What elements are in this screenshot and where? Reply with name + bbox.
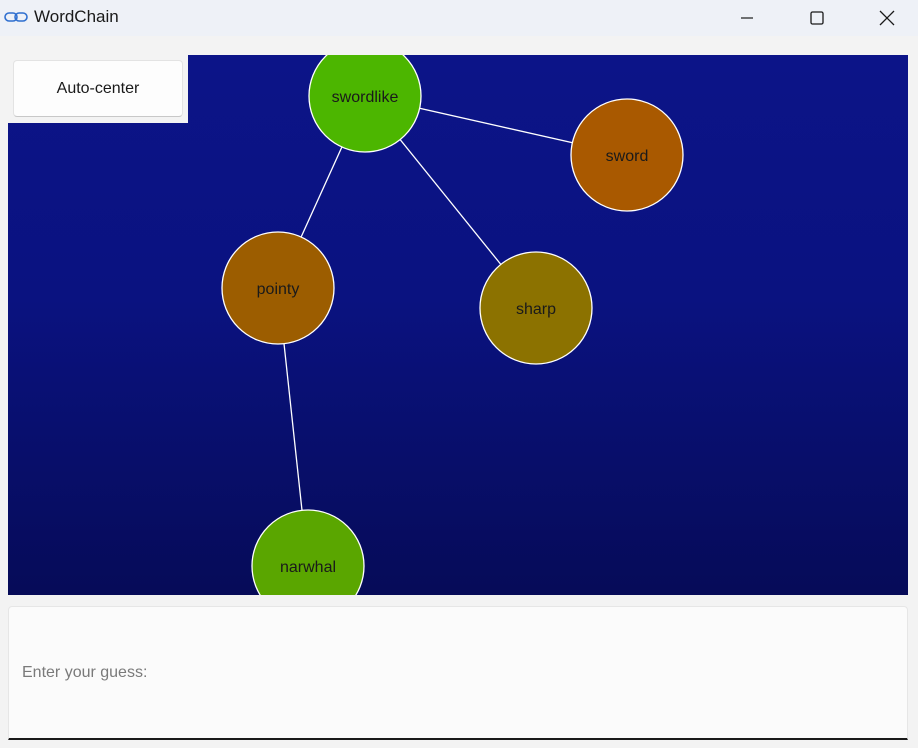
title-bar: WordChain xyxy=(0,0,918,36)
minimize-button[interactable] xyxy=(724,0,770,36)
window-title: WordChain xyxy=(34,7,119,26)
maximize-icon xyxy=(810,11,824,25)
auto-center-container: Auto-center xyxy=(8,55,188,123)
word-node-label: sharp xyxy=(516,301,556,318)
word-node-label: narwhal xyxy=(280,559,336,576)
close-button[interactable] xyxy=(864,0,910,36)
word-node-sharp[interactable]: sharp xyxy=(479,251,593,365)
word-node-label: sword xyxy=(606,148,649,165)
maximize-button[interactable] xyxy=(794,0,840,36)
word-graph-canvas[interactable]: swordlike sword pointy sharp narwhal xyxy=(8,55,908,595)
close-icon xyxy=(879,10,895,26)
word-node-label: swordlike xyxy=(332,89,399,106)
chain-link-icon xyxy=(4,12,28,22)
word-node-narwhal[interactable]: narwhal xyxy=(251,509,365,595)
word-node-label: pointy xyxy=(257,281,300,298)
auto-center-button[interactable]: Auto-center xyxy=(13,60,183,117)
minimize-icon xyxy=(741,17,753,19)
guess-field[interactable] xyxy=(8,606,908,740)
app-window: WordChain swordlike sword pointy sharp narwh… xyxy=(0,0,918,748)
word-node-circle[interactable] xyxy=(251,509,365,595)
word-node-swordlike[interactable]: swordlike xyxy=(308,55,422,153)
word-graph[interactable]: swordlike sword pointy sharp narwhal xyxy=(8,55,908,595)
word-node-sword[interactable]: sword xyxy=(570,98,684,212)
word-node-pointy[interactable]: pointy xyxy=(221,231,335,345)
guess-input[interactable] xyxy=(9,607,907,738)
